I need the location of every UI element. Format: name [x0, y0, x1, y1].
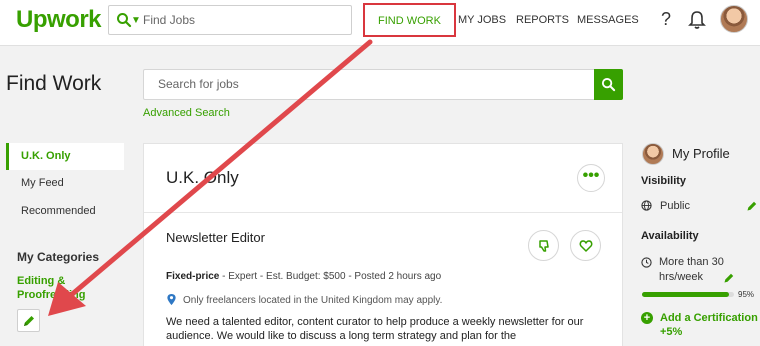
profile-title[interactable]: My Profile: [672, 146, 730, 161]
availability-heading: Availability: [641, 230, 699, 242]
divider: [144, 212, 622, 213]
upwork-logo[interactable]: Upwork: [16, 6, 102, 34]
heart-icon: [579, 240, 593, 252]
sidebar-item-uk-only[interactable]: U.K. Only: [6, 143, 124, 170]
job-details: - Expert - Est. Budget: $500 - Posted 2 …: [219, 271, 442, 282]
visibility-text: Public: [660, 200, 690, 212]
feed-title: U.K. Only: [166, 168, 239, 187]
search-icon[interactable]: [116, 12, 132, 28]
sidebar-item-my-feed[interactable]: My Feed: [6, 170, 124, 197]
sidebar-item-recommended[interactable]: Recommended: [6, 198, 124, 225]
more-options-button[interactable]: •••: [577, 164, 605, 192]
budget-type: Fixed-price: [166, 271, 220, 282]
categories-heading: My Categories: [17, 250, 100, 264]
pencil-icon: [24, 316, 34, 326]
job-title[interactable]: Newsletter Editor: [166, 230, 265, 245]
job-search-input[interactable]: [158, 77, 578, 91]
job-search[interactable]: [143, 69, 623, 100]
pencil-icon[interactable]: [723, 272, 735, 284]
save-job-button[interactable]: [570, 230, 601, 261]
location-pin-icon: [167, 294, 176, 305]
thumbs-down-icon: [539, 240, 549, 252]
chevron-down-icon[interactable]: ▼: [131, 15, 141, 26]
job-description: We need a talented editor, content curat…: [166, 316, 584, 342]
profile-completeness-fill: [642, 292, 730, 297]
location-note-text: Only freelancers located in the United K…: [183, 295, 443, 306]
location-note: Only freelancers located in the United K…: [166, 293, 442, 306]
add-certification-link[interactable]: Add a Certification +5%: [641, 311, 760, 339]
globe-icon: [641, 200, 652, 211]
search-button[interactable]: [594, 69, 623, 100]
top-bar: Upwork ▼ FIND WORK MY JOBS REPORTS MESSA…: [0, 0, 760, 46]
search-icon: [601, 77, 616, 92]
dislike-button[interactable]: [528, 230, 559, 261]
profile-completeness-label: 95%: [738, 290, 755, 299]
job-meta: Fixed-price - Expert - Est. Budget: $500…: [166, 271, 441, 282]
profile-avatar[interactable]: [642, 143, 664, 165]
category-link[interactable]: Editing & Proofreading: [17, 274, 117, 302]
header-search-input[interactable]: [143, 11, 343, 29]
visibility-heading: Visibility: [641, 175, 687, 187]
bell-icon[interactable]: [688, 10, 706, 30]
avatar[interactable]: [720, 5, 748, 33]
page-title: Find Work: [6, 72, 102, 95]
nav-messages[interactable]: MESSAGES: [577, 0, 639, 40]
visibility-value: Public: [641, 200, 690, 212]
nav-my-jobs[interactable]: MY JOBS: [458, 0, 506, 40]
help-icon[interactable]: ?: [661, 9, 671, 30]
pencil-icon[interactable]: [746, 200, 758, 212]
header-search[interactable]: ▼: [108, 5, 352, 35]
profile-completeness-bar: [642, 292, 734, 297]
nav-find-work[interactable]: FIND WORK: [363, 3, 456, 37]
job-feed-card: U.K. Only ••• Newsletter Editor Fixed-pr…: [143, 143, 623, 346]
edit-categories-button[interactable]: [17, 309, 40, 332]
nav-reports[interactable]: REPORTS: [516, 0, 569, 40]
advanced-search-link[interactable]: Advanced Search: [143, 107, 230, 119]
